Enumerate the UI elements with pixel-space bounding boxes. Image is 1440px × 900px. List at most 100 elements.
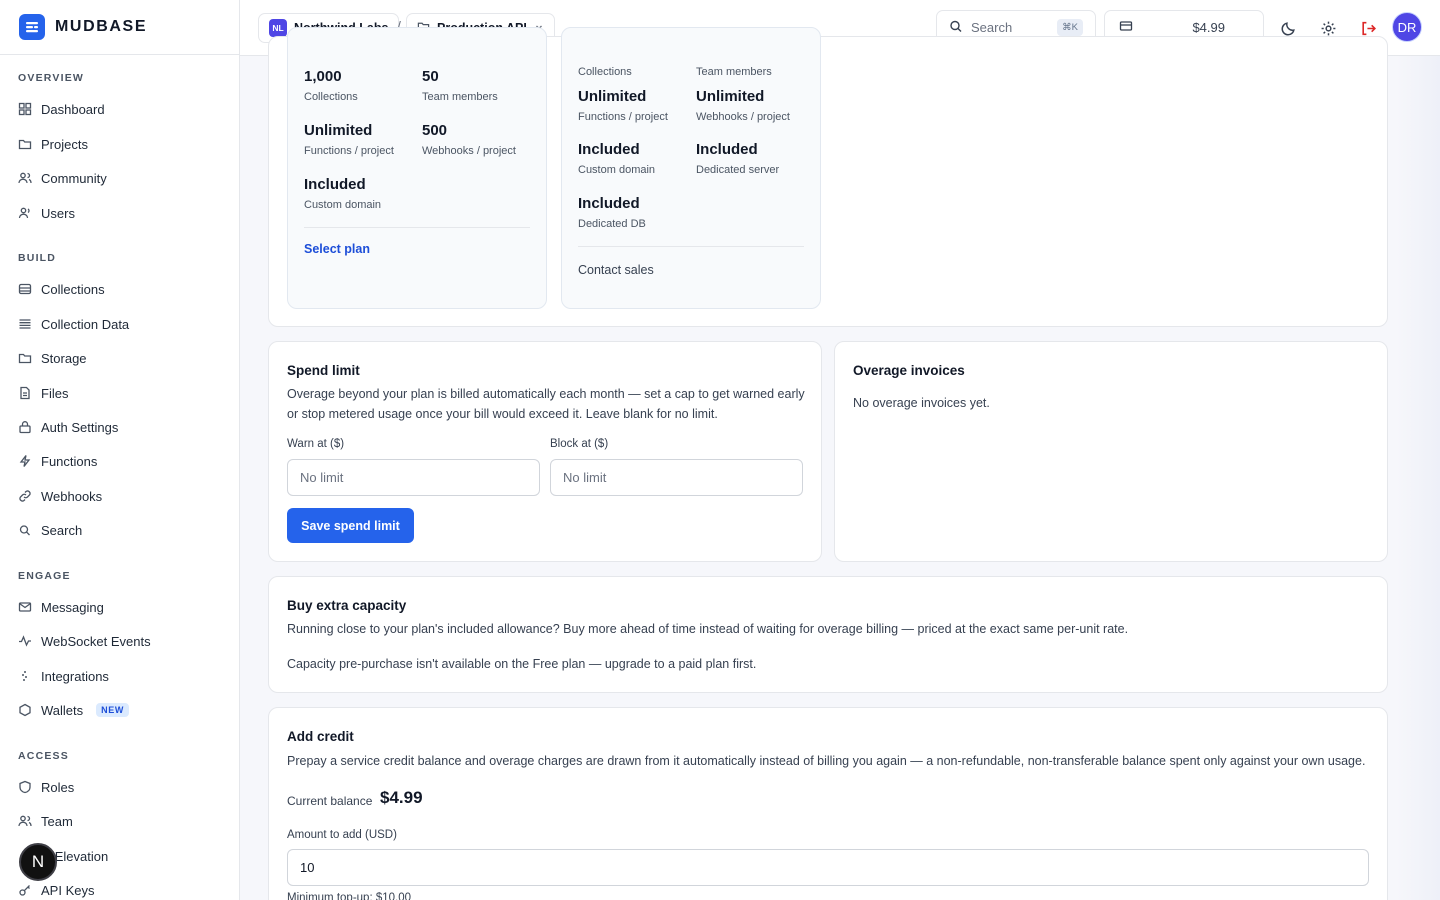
- sidebar-item-label: Storage: [41, 350, 87, 366]
- mudbase-logo-icon: [19, 14, 45, 40]
- sidebar-item-team[interactable]: Team: [18, 808, 73, 834]
- sidebar-item-collection-data[interactable]: Collection Data: [18, 311, 129, 337]
- mail-icon: [18, 600, 32, 614]
- min-topup-note: Minimum top-up: $10.00: [287, 892, 412, 900]
- plan-stat: Included Dedicated DB: [578, 195, 646, 230]
- current-balance-value: $4.99: [380, 788, 423, 807]
- sidebar-item-label: Collection Data: [41, 316, 130, 332]
- search-icon: [18, 523, 32, 537]
- balance-value: $4.99: [1192, 20, 1225, 35]
- page-edge-shade: [1396, 56, 1440, 900]
- sidebar-item-auth-settings[interactable]: Auth Settings: [18, 414, 118, 440]
- nav-section-engage: ENGAGE: [18, 570, 71, 582]
- sidebar-item-websocket-events[interactable]: WebSocket Events: [18, 628, 151, 654]
- plan-stat: Unlimited Functions / project: [578, 88, 668, 123]
- sidebar: MUDBASE OVERVIEW Dashboard Projects Comm…: [0, 0, 240, 900]
- plan-card-left: 1,000 Collections 50 Team members Unlimi…: [287, 27, 547, 309]
- dashboard-icon: [18, 102, 32, 116]
- extra-capacity-card: Buy extra capacity Running close to your…: [268, 576, 1388, 693]
- sidebar-item-label: Team: [41, 813, 73, 829]
- spend-limit-card: Spend limit Overage beyond your plan is …: [268, 341, 822, 562]
- list-icon: [18, 317, 32, 331]
- sidebar-item-label: Roles: [41, 779, 75, 795]
- save-spend-limit-button[interactable]: Save spend limit: [287, 508, 414, 543]
- plan-stat: 1,000 Collections: [304, 68, 358, 103]
- folder-icon: [18, 137, 32, 151]
- sidebar-item-label: Wallets: [41, 702, 84, 718]
- card-title: Buy extra capacity: [287, 598, 407, 613]
- sidebar-item-functions[interactable]: Functions: [18, 448, 97, 474]
- new-badge: NEW: [96, 703, 129, 717]
- plan-stat: Team members: [696, 66, 772, 78]
- sidebar-item-label: Webhooks: [41, 488, 103, 504]
- upgrade-notice: Capacity pre-purchase isn't available on…: [287, 657, 757, 671]
- plan-card-right: Collections Team members Unlimited Funct…: [561, 27, 821, 309]
- credit-card-icon: [1119, 19, 1133, 36]
- sidebar-item-collections[interactable]: Collections: [18, 276, 105, 302]
- plan-stat: Unlimited Webhooks / project: [696, 88, 790, 123]
- sidebar-item-api-keys[interactable]: API Keys: [18, 877, 94, 900]
- hexagon-icon: [18, 703, 32, 717]
- sidebar-item-label: Search: [41, 522, 83, 538]
- sidebar-item-search[interactable]: Search: [18, 517, 82, 543]
- file-icon: [18, 386, 32, 400]
- sidebar-item-label: Messaging: [41, 599, 104, 615]
- plan-stat: Included Dedicated server: [696, 141, 780, 176]
- sidebar-item-webhooks[interactable]: Webhooks: [18, 483, 102, 509]
- sidebar-item-integrations[interactable]: Integrations: [18, 663, 109, 689]
- brand-name: MUDBASE: [55, 18, 148, 35]
- plan-stat: Included Custom domain: [304, 176, 382, 211]
- sidebar-item-label: Functions: [41, 453, 98, 469]
- search-placeholder: Search: [971, 20, 1013, 35]
- empty-state-text: No overage invoices yet.: [853, 396, 990, 410]
- activity-icon: [18, 634, 32, 648]
- sidebar-item-users[interactable]: Users: [18, 200, 75, 226]
- nav-section-build: BUILD: [18, 252, 57, 264]
- card-description: Overage beyond your plan is billed autom…: [287, 387, 805, 421]
- sidebar-item-messaging[interactable]: Messaging: [18, 594, 104, 620]
- overage-invoices-card: Overage invoices No overage invoices yet…: [834, 341, 1388, 562]
- amount-label: Amount to add (USD): [287, 829, 397, 841]
- brand[interactable]: MUDBASE: [0, 0, 239, 55]
- nav-section-overview: OVERVIEW: [18, 72, 85, 84]
- contact-sales-button[interactable]: Contact sales: [578, 260, 654, 280]
- sidebar-item-label: Integrations: [41, 668, 109, 684]
- plan-stat: Included Custom domain: [578, 141, 656, 176]
- users-icon: [18, 814, 32, 828]
- sidebar-item-label: Files: [41, 385, 69, 401]
- add-credit-card: Add credit Prepay a service credit balan…: [268, 707, 1388, 900]
- sidebar-item-dashboard[interactable]: Dashboard: [18, 96, 105, 122]
- sidebar-item-wallets[interactable]: Wallets NEW: [18, 697, 129, 723]
- card-description: Running close to your plan's included al…: [287, 622, 1129, 636]
- amount-input[interactable]: [287, 849, 1369, 886]
- card-title: Overage invoices: [853, 363, 965, 378]
- search-icon: [949, 19, 963, 36]
- sidebar-item-label: API Keys: [41, 882, 95, 898]
- sidebar-item-projects[interactable]: Projects: [18, 131, 88, 157]
- sidebar-item-label: Users: [41, 205, 75, 221]
- lock-icon: [18, 420, 32, 434]
- sidebar-item-storage[interactable]: Storage: [18, 345, 87, 371]
- plug-icon: [18, 669, 32, 683]
- sidebar-item-label: Projects: [41, 136, 88, 152]
- warn-at-input[interactable]: [287, 459, 540, 496]
- sidebar-item-label: WebSocket Events: [41, 633, 151, 649]
- sidebar-item-community[interactable]: Community: [18, 165, 107, 191]
- card-title: Add credit: [287, 729, 354, 744]
- users-icon: [18, 171, 32, 185]
- sidebar-item-label: Community: [41, 170, 107, 186]
- sidebar-item-label: Auth Settings: [41, 419, 119, 435]
- org-avatar: NL: [269, 19, 287, 37]
- bolt-icon: [18, 454, 32, 468]
- sidebar-item-roles[interactable]: Roles: [18, 774, 74, 800]
- plan-stat: Collections: [578, 66, 632, 78]
- user-avatar[interactable]: DR: [1392, 12, 1422, 42]
- sidebar-item-label: Dashboard: [41, 101, 105, 117]
- block-at-input[interactable]: [550, 459, 803, 496]
- card-title: Spend limit: [287, 363, 360, 378]
- link-icon: [18, 489, 32, 503]
- sidebar-item-files[interactable]: Files: [18, 380, 68, 406]
- balance-label: Current balance: [287, 794, 373, 808]
- select-plan-button[interactable]: Select plan: [304, 242, 370, 256]
- floating-avatar[interactable]: N: [19, 843, 57, 881]
